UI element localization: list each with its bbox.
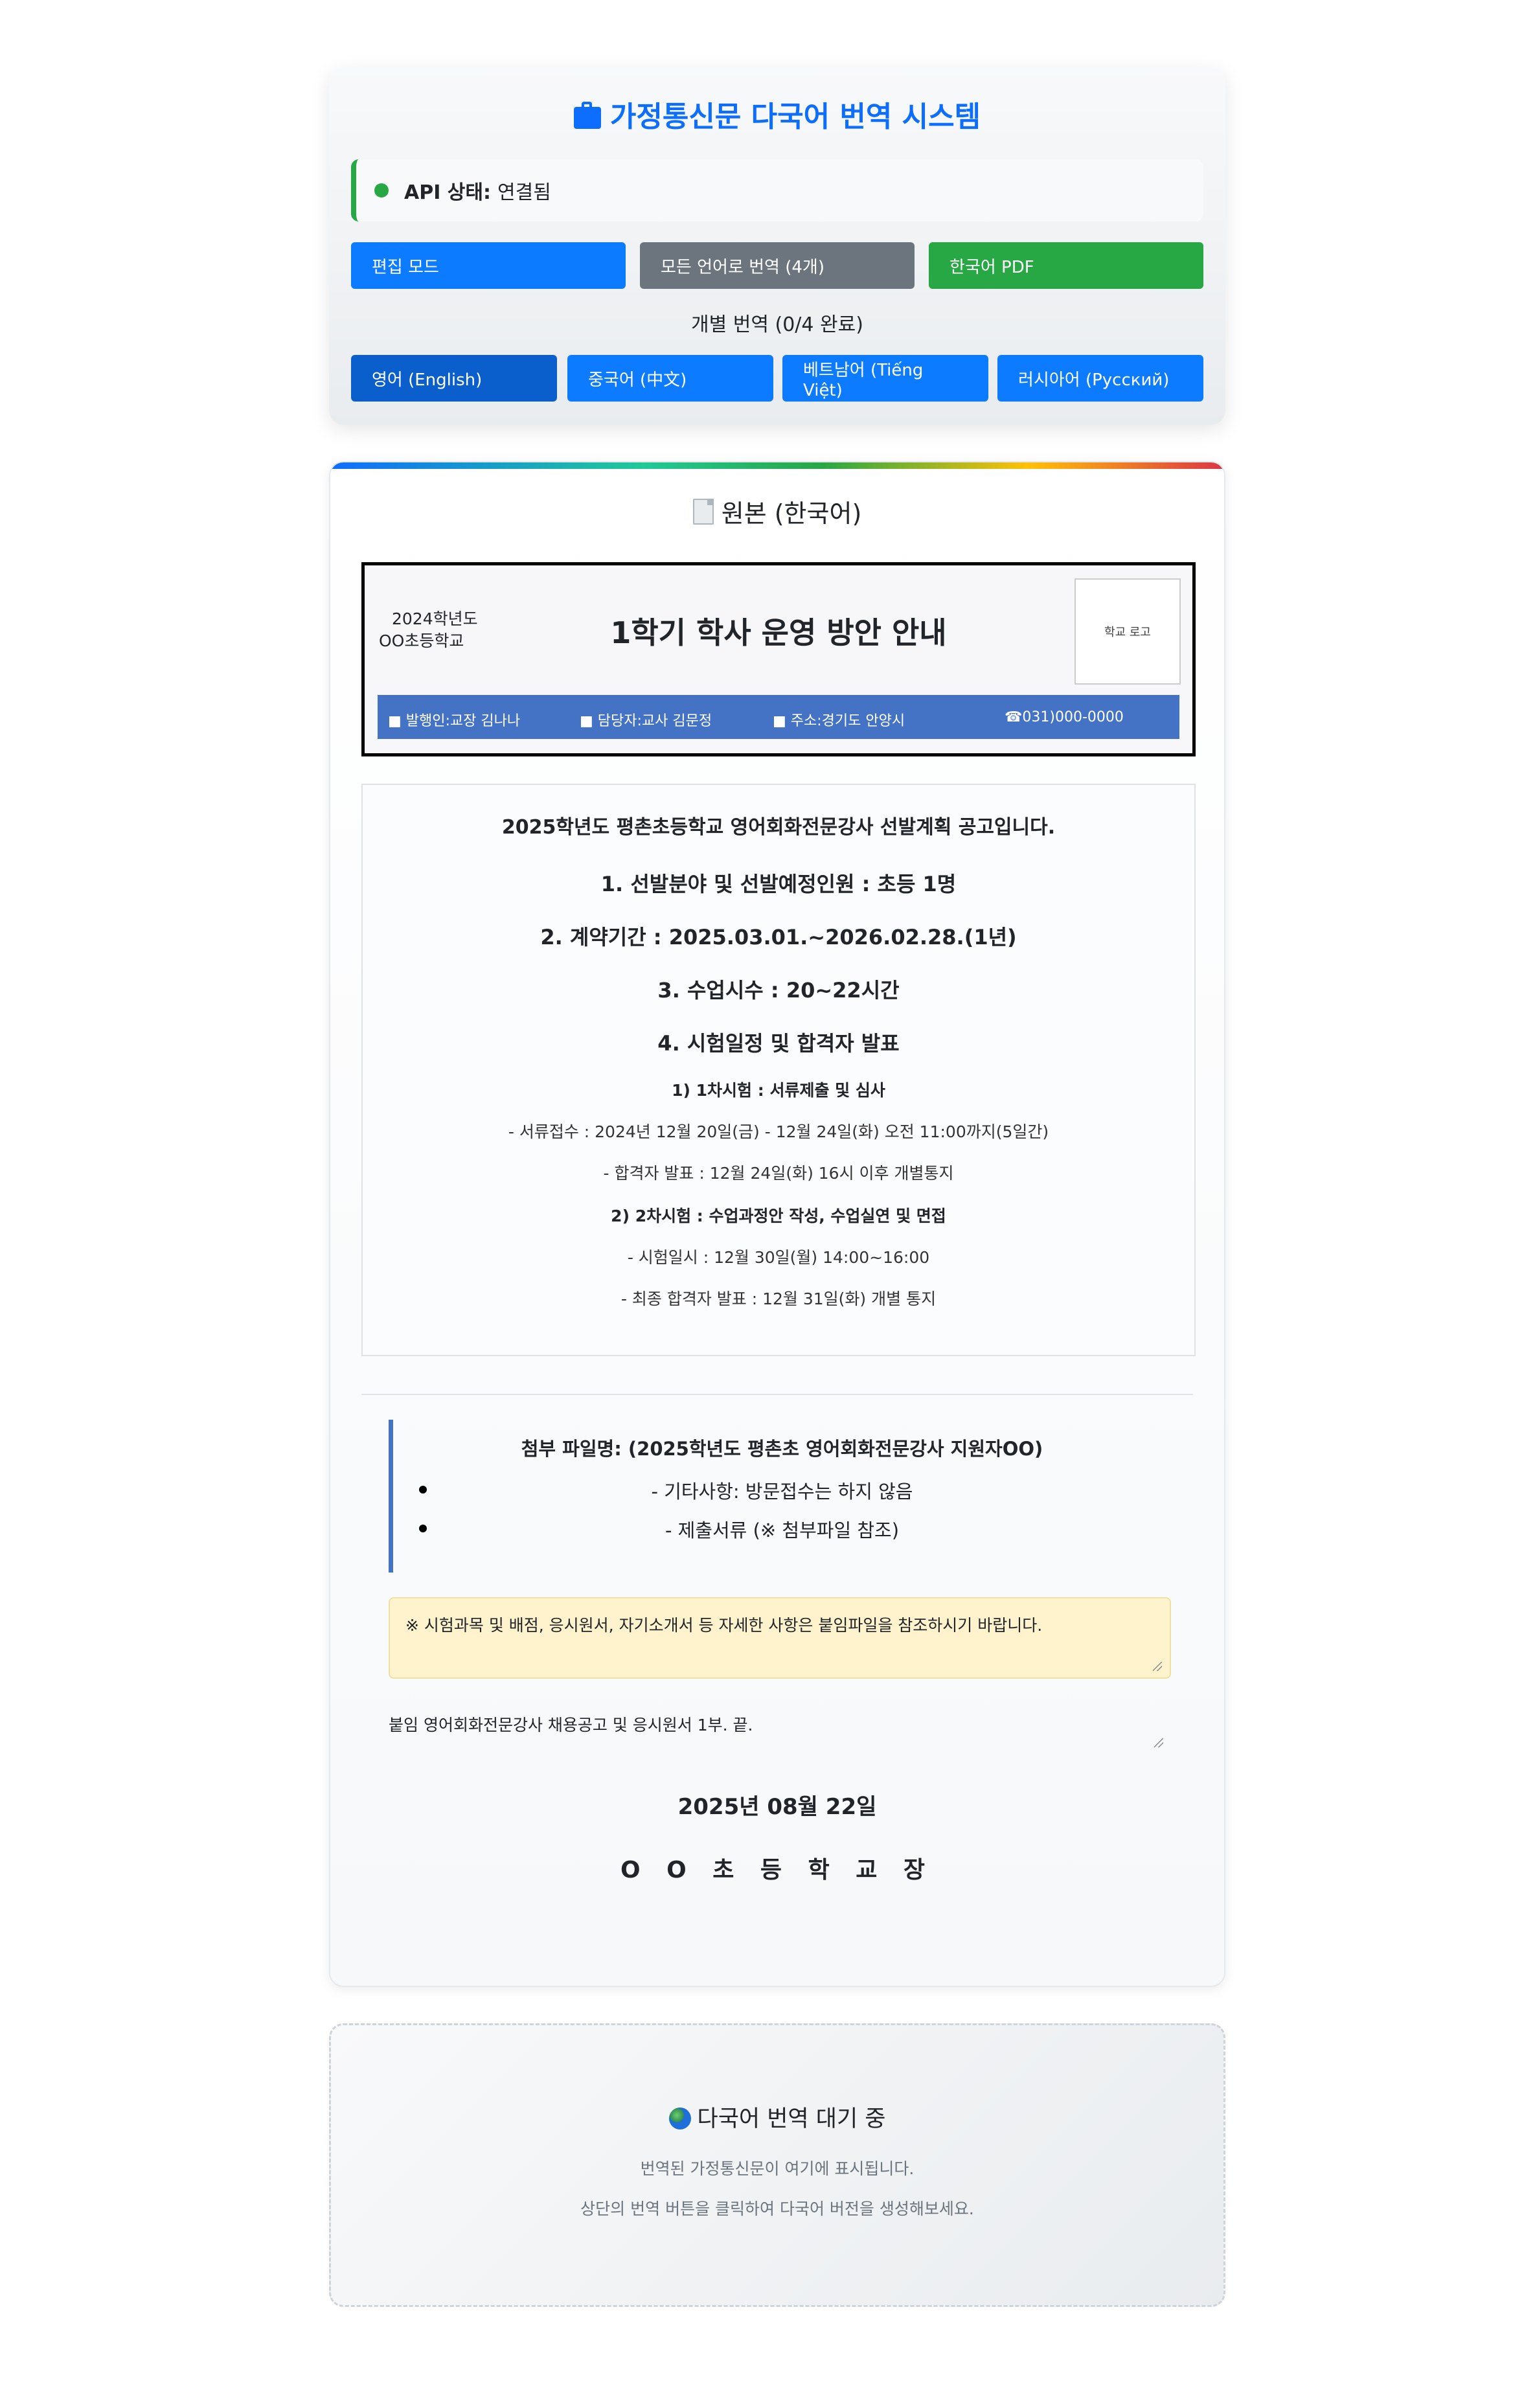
notice-headline: 2025학년도 평촌초등학교 영어회화전문강사 선발계획 공고입니다. xyxy=(501,816,1056,839)
letterhead-info-bar: ■ 발행인:교장 김나나 ■ 담당자:교사 김문정 ■ 주소:경기도 안양시 ☎… xyxy=(378,695,1179,739)
attachment-note-text: 붙임 영어회화전문강사 채용공고 및 응시원서 1부. 끝. xyxy=(389,1716,753,1734)
round2-detail-b: - 최종 합격자 발표 : 12월 31일(화) 개별 통지 xyxy=(620,1289,937,1308)
attachment-note-textarea[interactable]: 붙임 영어회화전문강사 채용공고 및 응시원서 1부. 끝. xyxy=(389,1699,1171,1754)
document-icon xyxy=(692,499,714,525)
status-dot-icon xyxy=(374,183,389,198)
letterhead-title[interactable]: 1학기 학사 운영 방안 안내 xyxy=(365,609,1192,652)
api-status-bar: API 상태: 연결됨 xyxy=(351,159,1203,221)
manager[interactable]: ■ 담당자:교사 김문정 xyxy=(580,709,712,730)
letterhead: 2024학년도 OO초등학교 1학기 학사 운영 방안 안내 학교 로고 ■ 발… xyxy=(361,562,1196,756)
notice-item-4: 4. 시험일정 및 합격자 발표 xyxy=(657,1031,900,1056)
resize-handle-icon[interactable] xyxy=(1153,1662,1162,1671)
original-title: 원본 (한국어) xyxy=(330,494,1224,529)
translate-english-button[interactable]: 영어 (English) xyxy=(351,355,557,402)
app-title: 가정통신문 다국어 번역 시스템 xyxy=(329,93,1225,135)
waiting-line-1: 번역된 가정통신문이 여기에 표시됩니다. xyxy=(640,2159,915,2178)
phone[interactable]: ☎031)000-0000 xyxy=(1005,709,1124,725)
control-panel: 가정통신문 다국어 번역 시스템 API 상태: 연결됨 편집 모드 모든 언어… xyxy=(329,67,1225,425)
round2-detail-a: - 시험일시 : 12월 30일(월) 14:00~16:00 xyxy=(627,1248,930,1267)
briefcase-icon xyxy=(573,102,601,129)
waiting-title: 다국어 번역 대기 중 xyxy=(331,2100,1223,2133)
translate-vietnamese-button[interactable]: 베트남어 (Tiếng Việt) xyxy=(782,355,988,402)
issue-date[interactable]: 2025년 08월 22일 xyxy=(330,1789,1224,1821)
address[interactable]: ■ 주소:경기도 안양시 xyxy=(773,709,905,730)
round2-heading: 2) 2차시험 : 수업과정안 작성, 수업실연 및 면접 xyxy=(611,1207,946,1225)
resize-handle-icon[interactable] xyxy=(1154,1738,1163,1747)
attachment-item: - 기타사항: 방문접수는 하지 않음 xyxy=(393,1477,1171,1516)
notice-item-3: 3. 수업시수 : 20~22시간 xyxy=(657,978,900,1003)
translate-chinese-button[interactable]: 중국어 (中文) xyxy=(567,355,773,402)
original-title-text: 원본 (한국어) xyxy=(721,499,862,528)
app-title-text: 가정통신문 다국어 번역 시스템 xyxy=(609,100,981,133)
notice-item-1: 1. 선발분야 및 선발예정인원 : 초등 1명 xyxy=(600,872,957,896)
principal-signature[interactable]: O O 초 등 학 교 장 xyxy=(330,1851,1224,1885)
note-text: ※ 시험과목 및 배점, 응시원서, 자기소개서 등 자세한 사항은 붙임파일을… xyxy=(405,1616,1043,1635)
section-divider xyxy=(361,1394,1193,1395)
round1-detail-a: - 서류접수 : 2024년 12월 20일(금) - 12월 24일(화) 오… xyxy=(508,1122,1049,1141)
translation-waiting-panel: 다국어 번역 대기 중 번역된 가정통신문이 여기에 표시됩니다. 상단의 번역… xyxy=(329,2023,1225,2307)
individual-translation-label: 개별 번역 (0/4 완료) xyxy=(691,313,863,336)
rainbow-stripe xyxy=(330,462,1224,469)
round1-heading: 1) 1차시험 : 서류제출 및 심사 xyxy=(672,1081,885,1100)
korean-pdf-button[interactable]: 한국어 PDF xyxy=(929,242,1203,289)
translate-all-button[interactable]: 모든 언어로 번역 (4개) xyxy=(640,242,915,289)
school-logo-placeholder: 학교 로고 xyxy=(1074,578,1181,685)
waiting-line-2: 상단의 번역 버튼을 클릭하여 다국어 버전을 생성해보세요. xyxy=(580,2199,974,2218)
waiting-title-text: 다국어 번역 대기 중 xyxy=(697,2106,886,2132)
notice-item-2: 2. 계약기간 : 2025.03.01.~2026.02.28.(1년) xyxy=(540,925,1017,949)
round1-detail-b: - 합격자 발표 : 12월 24일(화) 16시 이후 개별통지 xyxy=(603,1164,954,1183)
attachment-list: - 기타사항: 방문접수는 하지 않음 - 제출서류 (※ 첨부파일 참조) xyxy=(393,1477,1171,1554)
note-textarea[interactable]: ※ 시험과목 및 배점, 응시원서, 자기소개서 등 자세한 사항은 붙임파일을… xyxy=(389,1597,1171,1679)
edit-mode-button[interactable]: 편집 모드 xyxy=(351,242,626,289)
publisher[interactable]: ■ 발행인:교장 김나나 xyxy=(388,709,520,730)
api-status-label: API 상태: xyxy=(404,181,492,204)
attachment-item: - 제출서류 (※ 첨부파일 참조) xyxy=(393,1516,1171,1554)
globe-icon xyxy=(668,2107,691,2130)
original-section: 원본 (한국어) 2024학년도 OO초등학교 1학기 학사 운영 방안 안내 … xyxy=(329,461,1225,1987)
attachment-title: 첨부 파일명: (2025학년도 평촌초 영어회화전문강사 지원자OO) xyxy=(521,1438,1043,1460)
notice-content[interactable]: 2025학년도 평촌초등학교 영어회화전문강사 선발계획 공고입니다. 1. 선… xyxy=(361,784,1196,1356)
translate-russian-button[interactable]: 러시아어 (Русский) xyxy=(997,355,1203,402)
attachment-block[interactable]: 첨부 파일명: (2025학년도 평촌초 영어회화전문강사 지원자OO) - 기… xyxy=(389,1420,1171,1573)
api-status-value: 연결됨 xyxy=(497,181,551,204)
